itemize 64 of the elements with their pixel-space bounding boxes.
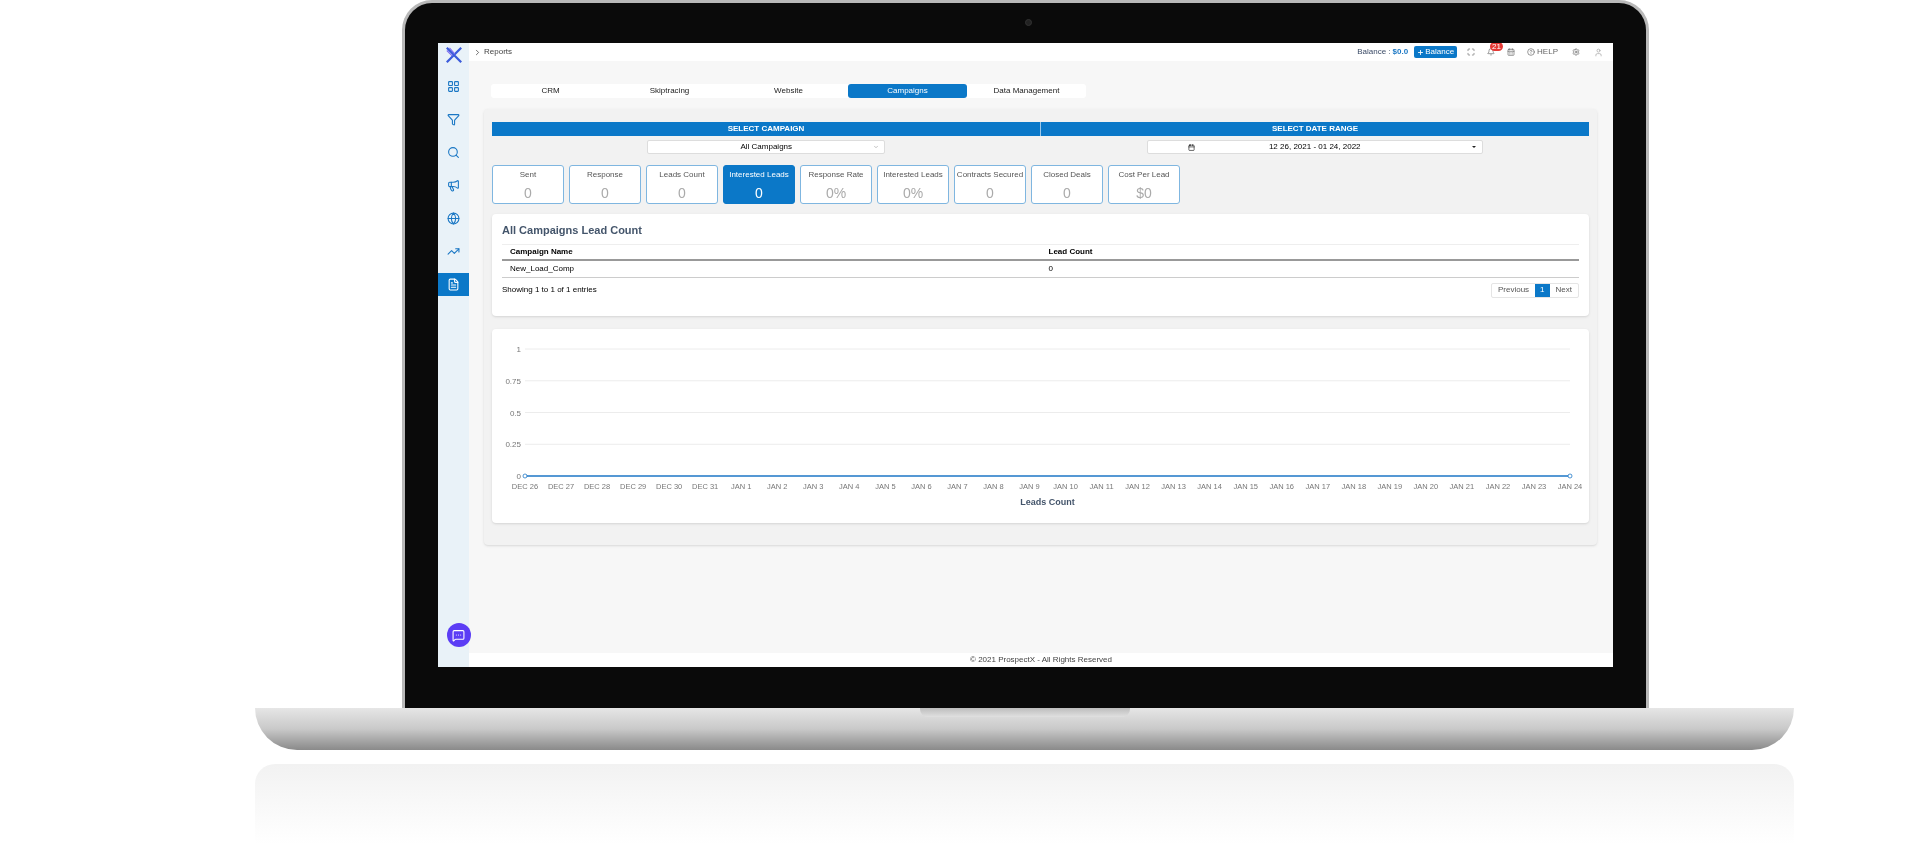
table-cell-text: 0 bbox=[1047, 262, 1054, 275]
caret-icon bbox=[1471, 146, 1476, 148]
calendar-icon bbox=[1187, 143, 1195, 151]
x-axis-title: Leads Count bbox=[1020, 497, 1075, 507]
page-button[interactable]: 1 bbox=[1535, 283, 1550, 297]
balance-label: Balance : bbox=[1357, 46, 1391, 58]
filter-header: SELECT DATE RANGE bbox=[1270, 123, 1360, 135]
y-tick-label: 0.75 bbox=[505, 376, 521, 386]
stat-card[interactable]: Closed Deals 0 bbox=[1031, 165, 1103, 204]
previous-button[interactable]: Previous bbox=[1491, 283, 1536, 297]
plus-icon bbox=[1417, 48, 1425, 56]
data-point bbox=[1567, 473, 1573, 479]
stat-card[interactable]: Sent 0 bbox=[492, 165, 564, 204]
table-cell-text: New_Load_Comp bbox=[509, 262, 576, 275]
notification-badge: 21 bbox=[1490, 43, 1503, 51]
stat-card[interactable]: Contracts Secured 0 bbox=[954, 165, 1026, 204]
y-tick-label: 0 bbox=[516, 472, 521, 481]
tab[interactable]: Website bbox=[729, 84, 848, 98]
date-range-dropdown[interactable]: 12 26, 2021 - 01 24, 2022 bbox=[1146, 140, 1483, 154]
y-tick-label: 1 bbox=[516, 345, 521, 354]
calendar-icon[interactable] bbox=[1507, 48, 1516, 56]
breadcrumb[interactable]: Reports bbox=[484, 46, 512, 58]
campaign-dropdown[interactable]: All Campaigns bbox=[647, 140, 886, 154]
copyright-text: © 2021 ProspectX - All Rights Reserved bbox=[970, 654, 1112, 666]
next-button[interactable]: Next bbox=[1549, 283, 1578, 297]
chevron-icon bbox=[473, 47, 482, 57]
trend-icon bbox=[447, 245, 460, 258]
data-point bbox=[522, 473, 528, 479]
megaphone-icon bbox=[447, 179, 460, 192]
balance-value: $0.0 bbox=[1392, 46, 1409, 58]
card-title: All Campaigns Lead Count bbox=[502, 223, 643, 238]
help-icon bbox=[1527, 48, 1536, 56]
filter-header: SELECT CAMPAIGN bbox=[492, 122, 1041, 136]
tab[interactable]: Campaigns bbox=[848, 84, 967, 98]
filter-icon bbox=[447, 113, 460, 126]
tab[interactable]: CRM bbox=[491, 84, 610, 98]
add-balance-button[interactable]: Balance bbox=[1414, 46, 1458, 58]
fullscreen-icon[interactable] bbox=[1467, 48, 1476, 56]
chevron-icon bbox=[873, 144, 880, 150]
bell-icon[interactable] bbox=[1487, 48, 1496, 56]
tab[interactable]: Skiptracing bbox=[610, 84, 729, 98]
column-header[interactable]: Lead Count bbox=[1040, 245, 1579, 258]
document-icon bbox=[447, 278, 460, 291]
stat-card[interactable]: Interested Leads 0 bbox=[723, 165, 795, 204]
stat-card[interactable]: Interested Leads 0% bbox=[877, 165, 949, 204]
logo-icon bbox=[444, 46, 463, 64]
stat-card[interactable]: Leads Count 0 bbox=[646, 165, 718, 204]
sidebar-item[interactable] bbox=[438, 273, 469, 296]
column-header[interactable]: Campaign Name bbox=[502, 245, 1041, 258]
stat-card[interactable]: Response 0 bbox=[569, 165, 641, 204]
camera-icon bbox=[1025, 19, 1032, 26]
search-icon bbox=[447, 146, 460, 159]
table-info: Showing 1 to 1 of 1 entries bbox=[502, 284, 597, 296]
chat-button[interactable] bbox=[446, 623, 471, 647]
y-tick-label: 0.5 bbox=[509, 408, 521, 418]
y-tick-label: 0.25 bbox=[505, 440, 521, 450]
grid-icon bbox=[447, 80, 460, 93]
tab[interactable]: Data Management bbox=[967, 84, 1086, 98]
globe-icon bbox=[447, 212, 460, 225]
settings-icon[interactable] bbox=[1572, 48, 1580, 56]
stat-card[interactable]: Response Rate 0% bbox=[800, 165, 872, 204]
stat-card[interactable]: Cost Per Lead $0 bbox=[1108, 165, 1180, 204]
chat-icon bbox=[452, 628, 465, 642]
help-link[interactable]: HELP bbox=[1537, 46, 1558, 58]
